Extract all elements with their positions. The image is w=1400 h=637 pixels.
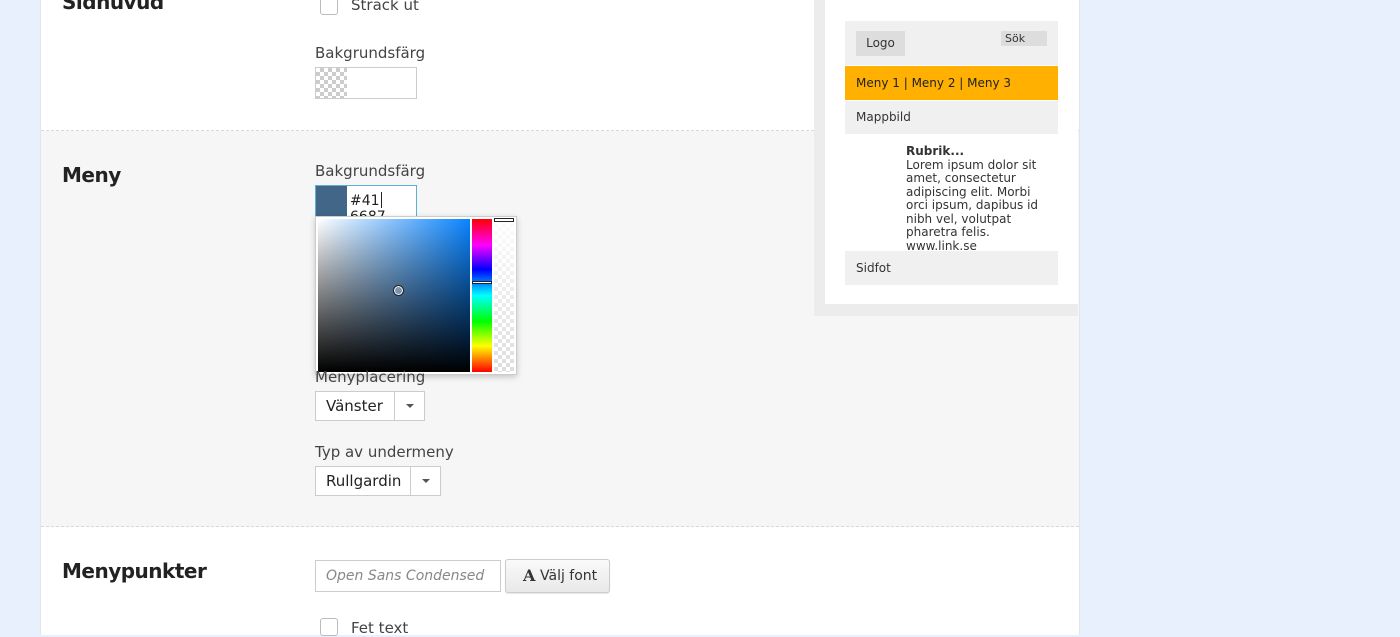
preview-logo: Logo [856, 31, 905, 56]
preview-menu: Meny 1 | Meny 2 | Meny 3 [845, 66, 1058, 100]
bold-checkbox[interactable] [320, 618, 338, 636]
chevron-down-icon [410, 467, 440, 495]
choose-font-button[interactable]: A Välj font [505, 559, 610, 593]
font-input[interactable]: Open Sans Condensed [315, 560, 501, 592]
preview-header: Logo Sök [845, 21, 1058, 65]
choose-font-label: Välj font [540, 568, 598, 584]
preview-body: Lorem ipsum dolor sit amet, consectetur … [906, 157, 1039, 239]
saturation-area[interactable] [318, 219, 470, 372]
saturation-handle[interactable] [393, 285, 404, 296]
color-swatch-icon [316, 186, 347, 216]
header-bg-label: Bakgrundsfärg [315, 44, 426, 62]
menu-bg-label: Bakgrundsfärg [315, 162, 426, 180]
menu-placement-value: Vänster [326, 397, 383, 415]
header-bg-color-field[interactable] [315, 67, 417, 99]
color-picker[interactable] [315, 216, 517, 375]
layout-preview: Logo Sök Meny 1 | Meny 2 | Meny 3 Mappbi… [825, 0, 1078, 304]
alpha-slider[interactable] [494, 218, 514, 372]
preview-heading: Rubrik... [906, 144, 965, 158]
stretch-checkbox[interactable] [320, 0, 338, 15]
chevron-down-icon [394, 392, 424, 420]
preview-footer: Sidfot [845, 251, 1058, 285]
font-icon: A [523, 566, 536, 585]
bold-label: Fet text [351, 619, 409, 637]
text-caret [380, 192, 382, 208]
settings-panel: Sidhuvud Sträck ut Bakgrundsfärg Meny Ba… [40, 0, 1080, 637]
preview-search: Sök [1001, 31, 1047, 46]
menu-bg-color-field[interactable]: #416687 [315, 185, 417, 225]
submenu-type-select[interactable]: Rullgardin [315, 466, 441, 496]
section-title-menypunkter: Menypunkter [62, 559, 207, 583]
transparent-swatch-icon [316, 68, 347, 98]
submenu-type-label: Typ av undermeny [315, 443, 454, 461]
alpha-handle[interactable] [494, 218, 514, 222]
font-placeholder: Open Sans Condensed [326, 568, 485, 584]
preview-image: Mappbild [845, 101, 1058, 134]
section-menypunkter: Menypunkter Open Sans Condensed A Välj f… [41, 527, 1079, 637]
preview-frame: Logo Sök Meny 1 | Meny 2 | Meny 3 Mappbi… [814, 0, 1078, 316]
menu-placement-label: Menyplacering [315, 368, 426, 386]
hue-slider[interactable] [472, 219, 492, 372]
stretch-label: Sträck ut [351, 0, 419, 14]
menu-placement-select[interactable]: Vänster [315, 391, 425, 421]
section-title-sidhuvud: Sidhuvud [62, 0, 164, 14]
preview-content: Rubrik... Lorem ipsum dolor sit amet, co… [906, 144, 1054, 253]
hue-handle[interactable] [472, 281, 492, 284]
submenu-type-value: Rullgardin [326, 472, 402, 490]
section-title-meny: Meny [62, 163, 121, 187]
